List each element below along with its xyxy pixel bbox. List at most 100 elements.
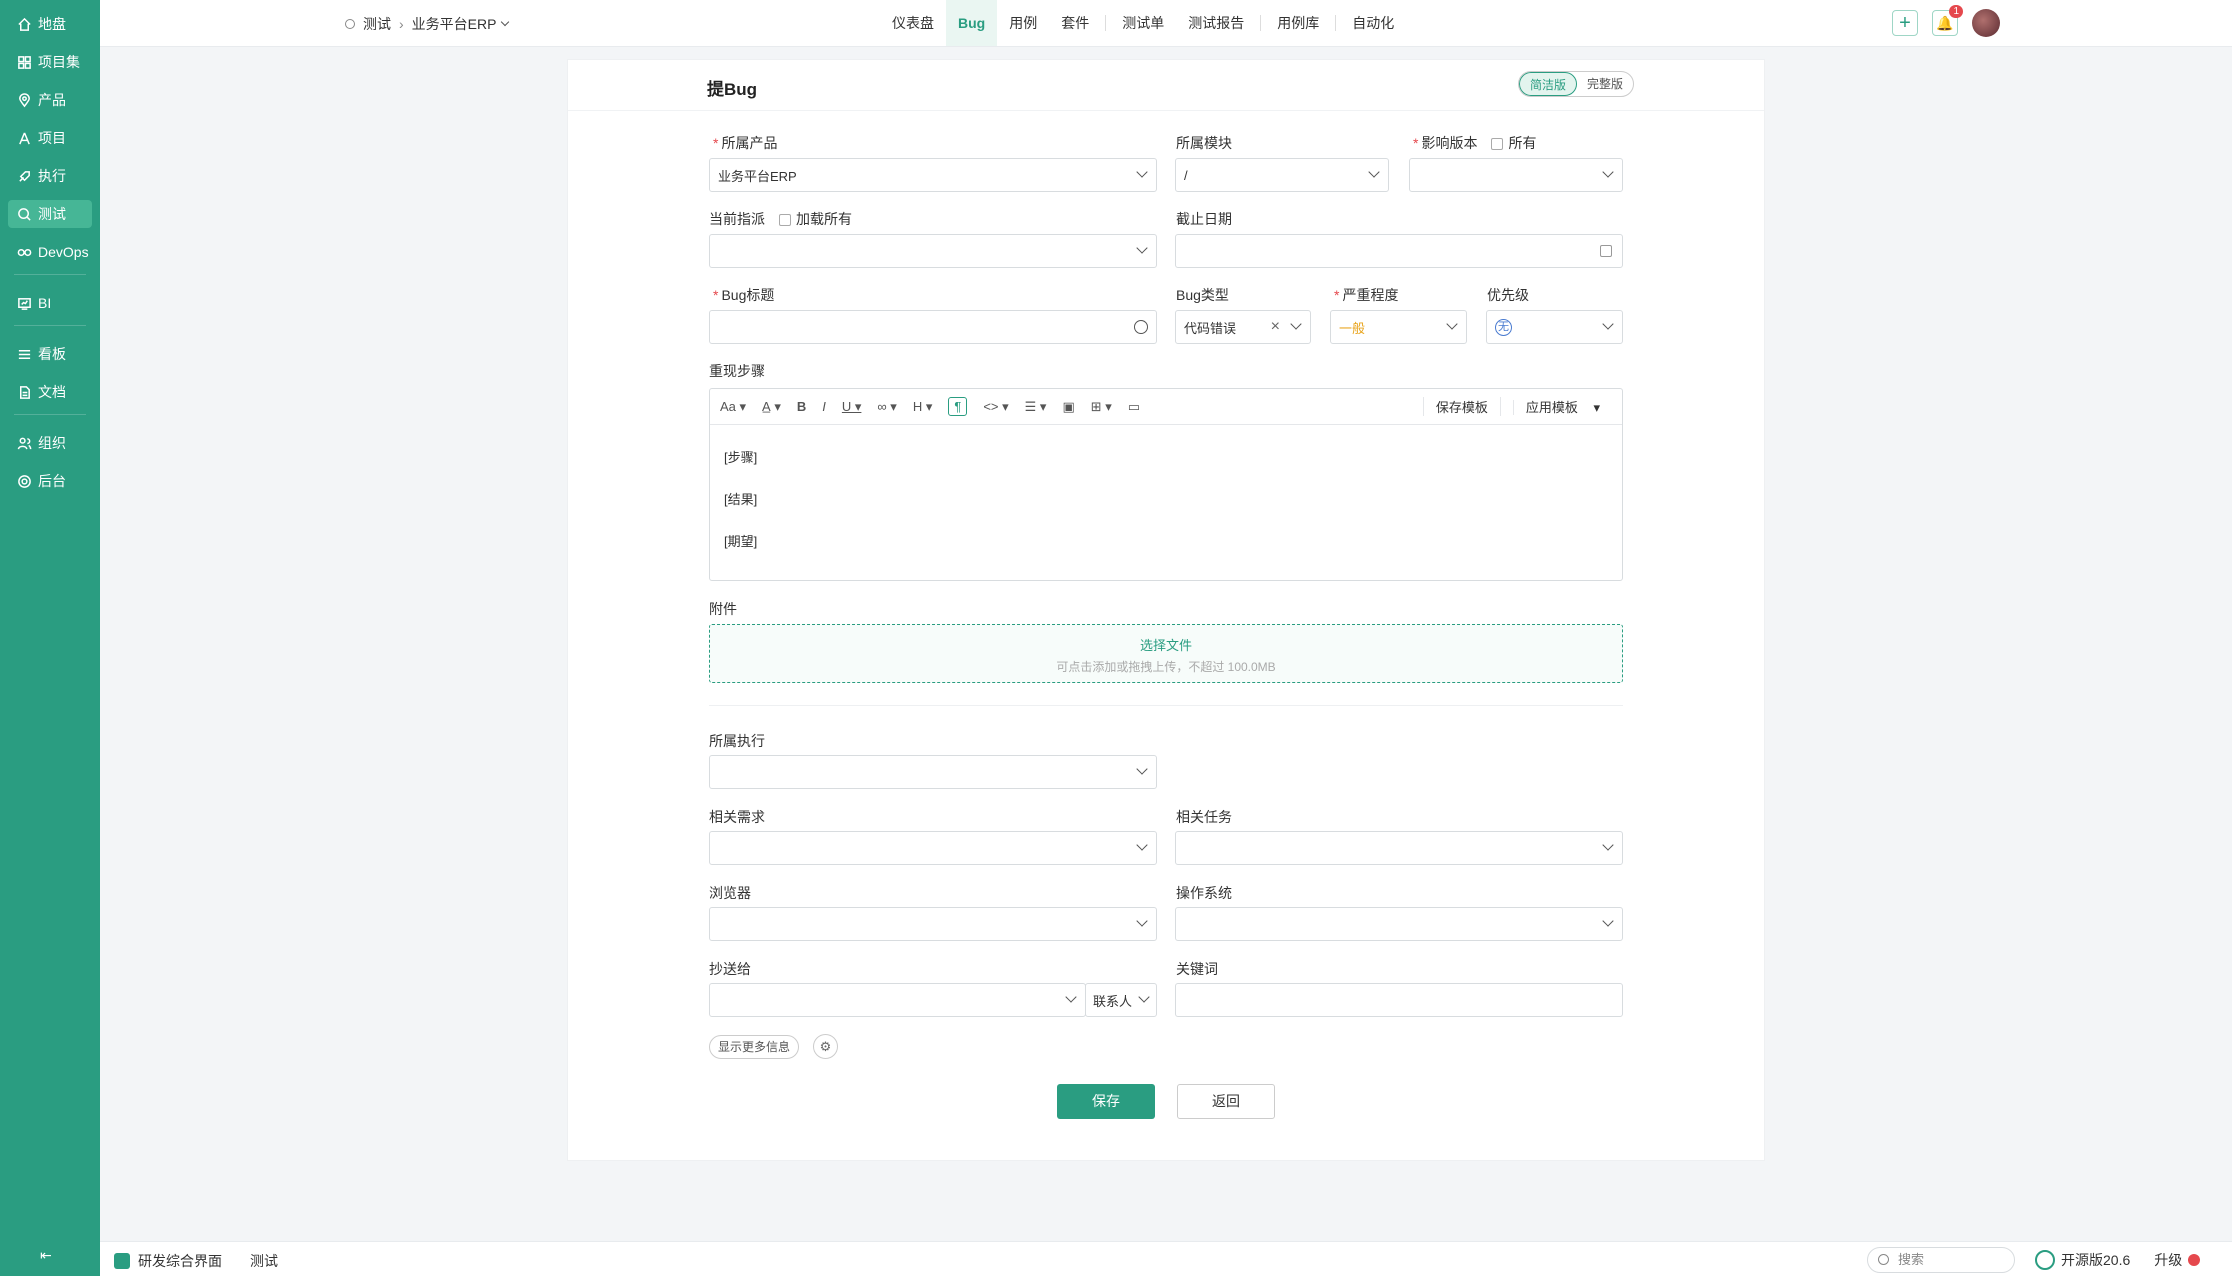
module-select[interactable]: / — [1175, 158, 1389, 192]
text-color-icon[interactable]: A̲ ▾ — [762, 399, 781, 415]
link-icon[interactable]: ∞ ▾ — [877, 399, 896, 415]
assign-select[interactable] — [709, 234, 1157, 268]
font-size-icon[interactable]: Aa ▾ — [720, 399, 746, 415]
chevron-down-icon — [1136, 763, 1148, 775]
expect-line: [期望] — [724, 534, 758, 549]
sidebar-item-product[interactable]: 产品 — [8, 86, 92, 114]
sidebar-item-label: DevOps — [38, 244, 89, 260]
breadcrumb: 测试 › 业务平台ERP — [345, 14, 510, 34]
sidebar-item-test[interactable]: 测试 — [8, 200, 92, 228]
bug-title-input[interactable] — [709, 310, 1157, 344]
editor-template-actions: 保存模板 应用模板 ▾ — [1422, 397, 1612, 416]
priority-select[interactable]: 无 — [1486, 310, 1623, 344]
create-button[interactable]: + — [1892, 10, 1918, 36]
severity-select[interactable]: 一般 — [1330, 310, 1467, 344]
board-icon — [16, 346, 32, 362]
settings-button[interactable]: ⚙ — [813, 1034, 838, 1059]
upload-dropzone[interactable]: 选择文件 可点击添加或拖拽上传，不超过 100.0MB — [709, 624, 1623, 683]
apply-template-button[interactable]: 应用模板 ▾ — [1499, 397, 1612, 416]
sidebar-item-label: 组织 — [38, 435, 66, 451]
home-icon — [16, 16, 32, 32]
tab-caselib[interactable]: 用例库 — [1265, 0, 1331, 46]
deadline-input[interactable] — [1175, 234, 1623, 268]
bold-icon[interactable]: B — [797, 399, 806, 414]
tab-automation[interactable]: 自动化 — [1340, 0, 1406, 46]
collapse-sidebar-icon[interactable]: ⇤ — [40, 1247, 52, 1264]
sidebar-item-bi[interactable]: BI — [8, 289, 92, 317]
upload-title[interactable]: 选择文件 — [710, 635, 1622, 654]
sidebar-item-project[interactable]: 项目 — [8, 124, 92, 152]
mode-simple-button[interactable]: 简洁版 — [1518, 72, 1577, 96]
contacts-select[interactable]: 联系人 — [1085, 983, 1157, 1017]
chevron-down-icon — [1136, 242, 1148, 254]
nav-divider — [1105, 15, 1107, 31]
sidebar-item-dashboard[interactable]: 地盘 — [8, 10, 92, 38]
breadcrumb-module[interactable]: 测试 — [363, 14, 391, 34]
tab-case[interactable]: 用例 — [997, 0, 1049, 46]
mode-full-button[interactable]: 完整版 — [1577, 72, 1633, 96]
heading-icon[interactable]: H ▾ — [913, 399, 933, 415]
chevron-down-icon — [1065, 991, 1077, 1003]
sidebar-item-execution[interactable]: 执行 — [8, 162, 92, 190]
calendar-icon[interactable]: ▭ — [1128, 399, 1140, 415]
image-icon[interactable]: ▣ — [1062, 399, 1074, 415]
breadcrumb-product[interactable]: 业务平台ERP — [412, 14, 497, 34]
keywords-input[interactable] — [1175, 983, 1623, 1017]
sidebar-item-label: 后台 — [38, 473, 66, 489]
global-search[interactable]: 搜索 — [1867, 1247, 2015, 1273]
version-all-checkbox[interactable] — [1491, 138, 1504, 150]
paragraph-icon[interactable]: ¶ — [948, 397, 968, 416]
avatar[interactable] — [1972, 9, 2000, 37]
priority-badge: 无 — [1495, 318, 1512, 336]
tab-testreport[interactable]: 测试报告 — [1176, 0, 1256, 46]
notification-button[interactable]: 🔔 1 — [1932, 5, 1963, 36]
bug-title-label: * Bug标题 — [713, 287, 775, 303]
product-select[interactable]: 业务平台ERP — [709, 158, 1157, 192]
browser-select[interactable] — [709, 907, 1157, 941]
result-line: [结果] — [724, 492, 758, 507]
task-select[interactable] — [1175, 831, 1623, 865]
save-button[interactable]: 保存 — [1057, 1084, 1155, 1119]
editor-content[interactable]: [步骤] [结果] [期望] — [710, 425, 1622, 575]
story-select[interactable] — [709, 831, 1157, 865]
chevron-down-icon[interactable] — [501, 17, 510, 27]
sidebar-item-org[interactable]: 组织 — [8, 429, 92, 457]
search-icon — [345, 19, 355, 29]
severity-label: * 严重程度 — [1334, 287, 1399, 303]
execution-select[interactable] — [709, 755, 1157, 789]
sidebar-item-kanban[interactable]: 看板 — [8, 340, 92, 368]
back-button[interactable]: 返回 — [1177, 1084, 1275, 1119]
tab-suite[interactable]: 套件 — [1049, 0, 1101, 46]
tab-dashboard[interactable]: 仪表盘 — [880, 0, 946, 46]
keywords-label: 关键词 — [1176, 961, 1218, 977]
palette-icon[interactable] — [1134, 320, 1148, 334]
italic-icon[interactable]: I — [822, 399, 826, 414]
clear-icon[interactable]: × — [1271, 318, 1280, 336]
table-icon[interactable]: ⊞ ▾ — [1091, 399, 1112, 415]
os-label: 操作系统 — [1176, 885, 1232, 901]
tab-testtask[interactable]: 测试单 — [1110, 0, 1176, 46]
version-select[interactable] — [1409, 158, 1623, 192]
calendar-icon — [1600, 245, 1612, 257]
browser-label: 浏览器 — [709, 885, 751, 901]
list-icon[interactable]: ☰ ▾ — [1025, 399, 1047, 415]
tab-bug[interactable]: Bug — [946, 0, 998, 46]
app-switcher[interactable]: 研发综合界面 — [114, 1251, 222, 1271]
open-tab-test[interactable]: 测试 — [250, 1251, 278, 1271]
sidebar-item-doc[interactable]: 文档 — [8, 378, 92, 406]
code-icon[interactable]: <> ▾ — [983, 399, 1008, 415]
save-template-button[interactable]: 保存模板 — [1422, 397, 1500, 416]
show-more-button[interactable]: 显示更多信息 — [709, 1035, 800, 1059]
sidebar-item-admin[interactable]: 后台 — [8, 467, 92, 495]
bug-type-select[interactable]: 代码错误 × — [1175, 310, 1311, 344]
os-select[interactable] — [1175, 907, 1623, 941]
priority-label: 优先级 — [1487, 287, 1529, 303]
sidebar-item-devops[interactable]: DevOps — [8, 238, 92, 266]
chevron-down-icon — [1602, 318, 1614, 330]
underline-icon[interactable]: U ▾ — [842, 399, 862, 415]
load-all-checkbox[interactable] — [779, 214, 791, 226]
sidebar-item-program[interactable]: 项目集 — [8, 48, 92, 76]
execution-label: 所属执行 — [709, 733, 765, 749]
upgrade-link[interactable]: 升级 — [2154, 1250, 2182, 1270]
cc-select[interactable] — [709, 983, 1086, 1017]
